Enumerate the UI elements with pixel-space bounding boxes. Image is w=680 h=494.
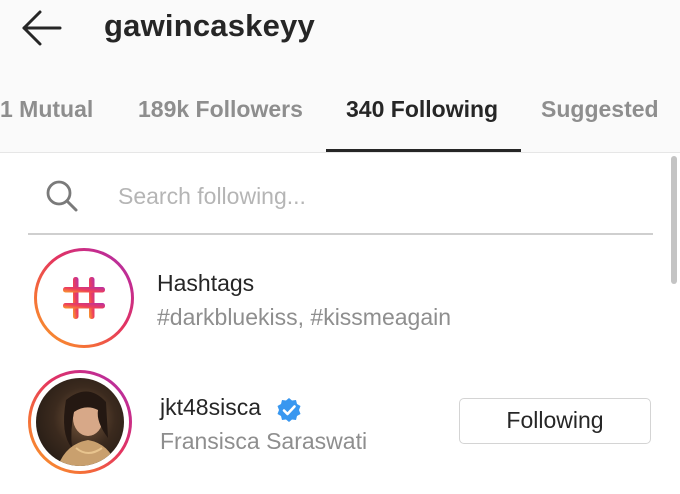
- hashtags-avatar: [34, 248, 134, 348]
- person-photo-icon: [58, 391, 116, 466]
- user-full-name: Fransisca Saraswati: [160, 428, 368, 454]
- tab-mutual[interactable]: 1 Mutual: [0, 96, 93, 123]
- header-divider: [0, 152, 680, 153]
- hashtags-title: Hashtags: [157, 270, 255, 296]
- profile-photo: [36, 378, 124, 466]
- search-icon: [46, 180, 78, 212]
- back-button[interactable]: [18, 8, 66, 48]
- search-underline: [28, 233, 653, 235]
- hashtags-subtitle: #darkbluekiss, #kissmeagain: [157, 304, 452, 330]
- top-header: gawincaskeyy 1 Mutual 189k Followers 340…: [0, 0, 680, 152]
- tab-following[interactable]: 340 Following: [346, 96, 498, 123]
- avatar[interactable]: [28, 370, 132, 474]
- search-input[interactable]: [118, 176, 638, 216]
- search-bar: [28, 164, 653, 234]
- hashtag-icon: [63, 277, 105, 319]
- tab-suggested[interactable]: Suggested: [541, 96, 659, 123]
- profile-username: gawincaskeyy: [104, 8, 315, 43]
- following-button[interactable]: Following: [459, 398, 651, 444]
- scrollbar[interactable]: [671, 156, 677, 284]
- tab-followers[interactable]: 189k Followers: [138, 96, 303, 123]
- tab-bar: 1 Mutual 189k Followers 340 Following Su…: [0, 84, 680, 152]
- list-item-hashtags[interactable]: Hashtags #darkbluekiss, #kissmeagain: [0, 248, 670, 348]
- user-username: jkt48sisca: [160, 394, 261, 420]
- arrow-left-icon: [22, 10, 62, 46]
- verified-badge-icon: [277, 398, 301, 422]
